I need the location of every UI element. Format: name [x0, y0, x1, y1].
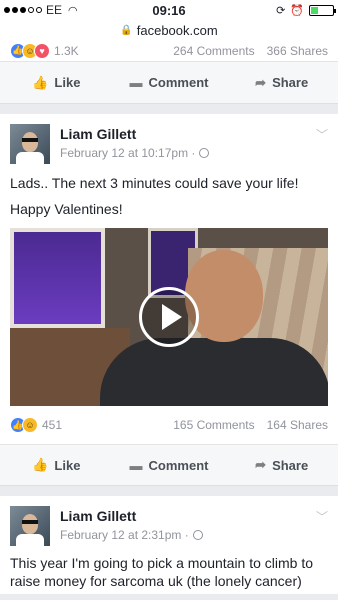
reaction-count: 1.3K — [54, 43, 79, 58]
globe-icon — [192, 530, 203, 540]
comments-count[interactable]: 165 Comments — [173, 418, 254, 432]
status-bar: EE ◠ 09:16 ⟳ ⏰ — [0, 0, 338, 20]
post-card-previous: 👍 ☺ ♥ 1.3K 264 Comments 366 Shares 👍 Like… — [0, 40, 338, 104]
share-button[interactable]: ➦ Share — [225, 75, 338, 91]
action-bar: 👍 Like ▬ Comment ➦ Share — [0, 62, 338, 104]
alarm-icon: ⏰ — [290, 4, 304, 17]
love-reaction-icon: ♥ — [34, 42, 50, 59]
share-button[interactable]: ➦ Share — [225, 457, 338, 473]
lock-icon: 🔒 — [120, 24, 133, 36]
post-card: Liam Gillett February 12 at 2:31pm · ﹀ T… — [0, 496, 338, 594]
reactions-summary[interactable]: 👍 ☺ ♥ 1.3K 264 Comments 366 Shares — [0, 40, 338, 62]
chevron-down-icon[interactable]: ﹀ — [316, 508, 328, 525]
avatar[interactable] — [10, 124, 50, 164]
video-player[interactable] — [10, 228, 328, 406]
globe-icon — [199, 148, 210, 158]
chevron-down-icon[interactable]: ﹀ — [316, 126, 328, 143]
share-icon: ➦ — [255, 457, 267, 472]
comment-button[interactable]: ▬ Comment — [113, 458, 226, 473]
comments-count[interactable]: 264 Comments — [173, 44, 254, 58]
shares-count[interactable]: 164 Shares — [267, 418, 328, 432]
url-text: facebook.com — [136, 22, 218, 38]
author-name[interactable]: Liam Gillett — [60, 126, 209, 142]
shares-count[interactable]: 366 Shares — [267, 44, 328, 58]
wifi-icon: ◠ — [68, 4, 78, 17]
action-bar: 👍 Like ▬ Comment ➦ Share — [0, 444, 338, 486]
post-text: Lads.. The next 3 minutes could save you… — [0, 172, 338, 228]
signal-icon — [4, 7, 42, 13]
haha-reaction-icon: ☺ — [22, 417, 38, 433]
reactions-summary[interactable]: 👍 ☺ 451 165 Comments 164 Shares — [0, 406, 338, 444]
post-timestamp[interactable]: February 12 at 10:17pm · — [60, 146, 195, 160]
rotation-lock-icon: ⟳ — [276, 4, 286, 17]
play-icon[interactable] — [139, 287, 199, 347]
address-bar[interactable]: 🔒 facebook.com — [0, 20, 338, 40]
post-text: This year I'm going to pick a mountain t… — [10, 555, 314, 589]
reaction-count: 451 — [42, 418, 63, 432]
author-name[interactable]: Liam Gillett — [60, 508, 203, 524]
carrier-label: EE — [46, 3, 63, 17]
post-timestamp[interactable]: February 12 at 2:31pm · — [60, 528, 189, 542]
comment-button[interactable]: ▬ Comment — [113, 75, 226, 90]
avatar[interactable] — [10, 506, 50, 546]
like-button[interactable]: 👍 Like — [0, 75, 113, 91]
battery-icon — [309, 4, 336, 16]
news-feed: 👍 ☺ ♥ 1.3K 264 Comments 366 Shares 👍 Like… — [0, 40, 338, 594]
comment-icon: ▬ — [129, 457, 143, 473]
post-text-line: Happy Valentines! — [10, 201, 123, 217]
like-button[interactable]: 👍 Like — [0, 457, 113, 473]
post-card: Liam Gillett February 12 at 10:17pm · ﹀ … — [0, 114, 338, 486]
like-icon: 👍 — [32, 457, 49, 472]
like-icon: 👍 — [32, 74, 49, 90]
post-text-line: Lads.. The next 3 minutes could save you… — [10, 175, 299, 191]
share-icon: ➦ — [255, 74, 267, 90]
comment-icon: ▬ — [129, 75, 143, 90]
